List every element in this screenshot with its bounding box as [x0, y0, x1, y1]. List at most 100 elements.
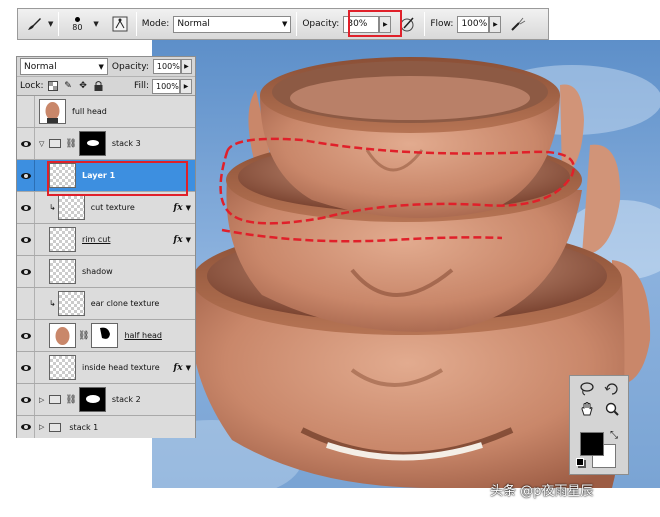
layer-name: full head	[72, 107, 107, 116]
visibility-toggle[interactable]	[17, 96, 35, 127]
layer-name: shadow	[82, 267, 113, 276]
layer-row-rim-cut[interactable]: rim cut fx ▼	[17, 224, 195, 256]
mode-value: Normal	[177, 19, 210, 29]
default-colors-icon[interactable]	[576, 458, 584, 466]
eye-icon	[20, 140, 31, 147]
layer-name: stack 1	[69, 422, 99, 432]
opacity-slider-button[interactable]: ▶	[379, 15, 392, 33]
layer-row-inside-head-texture[interactable]: inside head texture fx ▼	[17, 352, 195, 384]
layer-thumbnail	[57, 195, 85, 220]
layer-group-stack-1[interactable]: ▷ stack 1	[17, 416, 195, 438]
fx-icon[interactable]: fx	[173, 363, 182, 373]
layer-name: half head	[124, 331, 162, 340]
layer-name: rim cut	[82, 235, 111, 244]
eye-icon	[20, 268, 31, 275]
fill-label: Fill:	[133, 81, 149, 91]
chevron-down-icon[interactable]: ▼	[186, 364, 191, 372]
layer-thumbnail	[49, 163, 76, 188]
swap-colors-icon[interactable]: ⤡	[610, 430, 618, 441]
visibility-toggle[interactable]	[17, 384, 35, 415]
expand-triangle-icon[interactable]: ▷	[39, 423, 44, 431]
layer-name: Layer 1	[82, 171, 116, 180]
foreground-color-swatch[interactable]	[580, 432, 604, 456]
layer-name: cut texture	[90, 203, 135, 212]
lock-image-icon[interactable]: ✎	[63, 81, 74, 92]
chevron-down-icon: ▼	[281, 20, 288, 28]
layer-row-cut-texture[interactable]: ↳ cut texture fx ▼	[17, 192, 195, 224]
mode-select[interactable]: Normal ▼	[173, 15, 292, 33]
visibility-toggle[interactable]	[17, 192, 35, 223]
brush-tool-icon[interactable]	[23, 13, 45, 35]
visibility-toggle[interactable]	[17, 288, 35, 319]
clipping-mask-icon: ↳	[49, 203, 56, 212]
fx-icon[interactable]: fx	[173, 203, 182, 213]
layer-row-shadow[interactable]: shadow	[17, 256, 195, 288]
layer-row-half-head[interactable]: ⛓ half head	[17, 320, 195, 352]
options-bar: ▼ 80 ▼ Mode: Normal ▼ Opacity: 30% ▶ Flo…	[17, 8, 549, 40]
chevron-down-icon[interactable]: ▼	[93, 20, 98, 28]
eye-icon	[20, 332, 31, 339]
lock-transparency-icon[interactable]	[48, 81, 59, 92]
visibility-toggle[interactable]	[17, 320, 35, 351]
brush-preset-picker[interactable]: 80 ▼	[59, 9, 103, 39]
lasso-tool-icon[interactable]	[575, 380, 598, 398]
face-thumbnail	[49, 323, 76, 348]
chevron-down-icon[interactable]: ▼	[48, 20, 53, 28]
opacity-label: Opacity:	[111, 61, 149, 72]
fill-input[interactable]: 100%	[152, 78, 180, 94]
lock-label: Lock:	[20, 81, 44, 91]
hand-tool-icon[interactable]	[575, 400, 598, 418]
airbrush-pressure-icon[interactable]	[397, 13, 419, 35]
flow-input[interactable]: 100%	[457, 15, 490, 33]
eye-icon	[20, 396, 31, 403]
brush-panel-toggle-icon[interactable]	[109, 13, 131, 35]
mask-thumbnail	[91, 323, 119, 348]
eye-icon	[20, 364, 31, 371]
expand-triangle-icon[interactable]: ▷	[39, 396, 44, 404]
chevron-down-icon[interactable]: ▼	[186, 236, 191, 244]
layer-group-stack-2[interactable]: ▷ ⛓ stack 2	[17, 384, 195, 416]
layer-name: stack 2	[111, 395, 141, 404]
lock-position-icon[interactable]: ✥	[78, 81, 89, 92]
watermark: 头条 @p夜雨星辰	[490, 484, 594, 499]
eye-icon	[20, 204, 31, 211]
layer-row-layer-1[interactable]: Layer 1	[17, 160, 195, 192]
visibility-toggle[interactable]	[17, 128, 35, 159]
history-brush-icon[interactable]	[600, 380, 623, 398]
layer-opacity-input[interactable]: 100%	[152, 59, 181, 74]
tool-preset-picker[interactable]: ▼	[18, 9, 58, 39]
zoom-tool-icon[interactable]	[600, 400, 623, 418]
layer-group-stack-3[interactable]: ▽ ⛓ stack 3	[17, 128, 195, 160]
flow-slider-button[interactable]: ▶	[489, 15, 502, 33]
visibility-toggle[interactable]	[17, 416, 35, 438]
lock-all-icon[interactable]	[93, 81, 104, 92]
visibility-toggle[interactable]	[17, 160, 35, 191]
layer-row-ear-clone-texture[interactable]: ↳ ear clone texture	[17, 288, 195, 320]
visibility-toggle[interactable]	[17, 352, 35, 383]
fill-slider-button[interactable]: ▶	[180, 78, 192, 94]
blend-mode-value: Normal	[24, 61, 57, 72]
opacity-input[interactable]: 30%	[343, 15, 380, 33]
layer-thumbnail	[49, 227, 76, 252]
visibility-toggle[interactable]	[17, 256, 35, 287]
folder-icon	[49, 422, 62, 432]
mode-label: Mode:	[141, 19, 170, 29]
layer-name: stack 3	[111, 139, 141, 148]
folder-icon	[49, 139, 62, 148]
link-chain-icon: ⛓	[65, 394, 77, 405]
tools-palette: ⤡	[569, 375, 629, 475]
expand-triangle-icon[interactable]: ▽	[39, 140, 44, 148]
fx-icon[interactable]: fx	[173, 235, 182, 245]
airbrush-icon[interactable]	[507, 13, 529, 35]
layer-name: inside head texture	[82, 363, 160, 372]
mask-thumbnail	[78, 387, 106, 412]
visibility-toggle[interactable]	[17, 224, 35, 255]
blend-mode-select[interactable]: Normal ▼	[20, 58, 108, 75]
chevron-down-icon[interactable]: ▼	[186, 204, 191, 212]
folder-icon	[49, 395, 62, 404]
opacity-label: Opacity:	[302, 19, 340, 29]
layer-opacity-slider-button[interactable]: ▶	[180, 59, 192, 74]
layer-row-full-head[interactable]: full head	[17, 96, 195, 128]
eye-icon	[20, 172, 31, 179]
eye-icon	[20, 424, 31, 430]
